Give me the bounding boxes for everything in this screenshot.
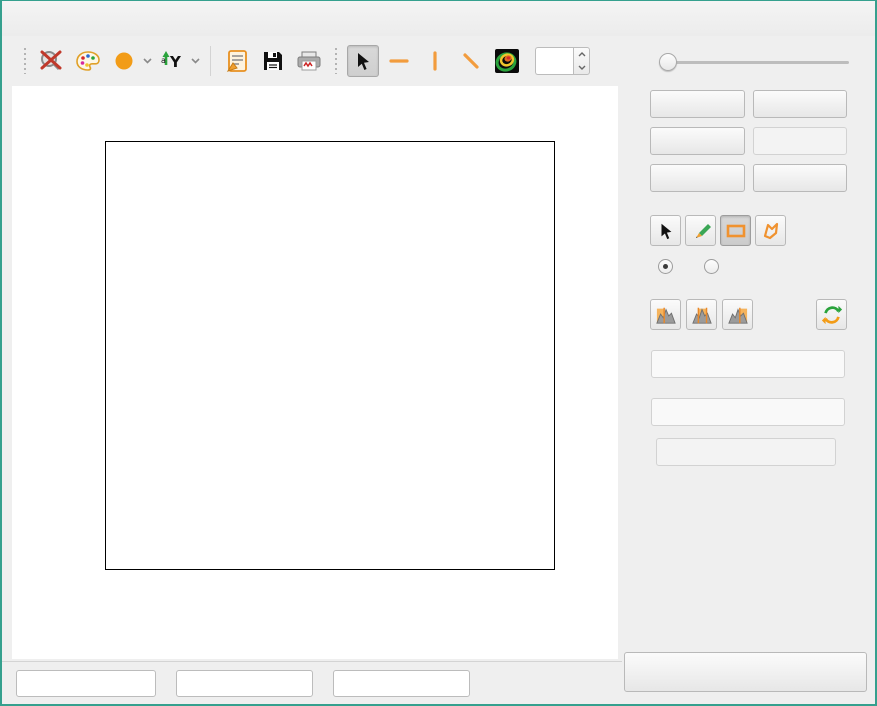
slider-track[interactable] <box>659 61 849 64</box>
apply-mask-button[interactable] <box>656 438 836 466</box>
load-button[interactable] <box>650 164 745 192</box>
polygon-tool-button[interactable] <box>755 215 786 246</box>
pencil-tool-button[interactable] <box>685 215 716 246</box>
svg-text:a: a <box>161 56 166 65</box>
toolbar-drag-handle[interactable] <box>24 48 26 74</box>
invert-button[interactable] <box>650 90 745 118</box>
min-field[interactable] <box>651 350 845 378</box>
toolbar-drag-handle-2[interactable] <box>335 48 337 74</box>
undo-button[interactable] <box>650 127 745 155</box>
rectangle-icon <box>726 223 746 239</box>
print-icon[interactable] <box>294 46 324 76</box>
mask-radio[interactable] <box>658 259 680 274</box>
left-column: Y a <box>2 36 622 705</box>
axes-scale-chevron-icon[interactable] <box>191 58 200 64</box>
vertical-line-button[interactable] <box>419 45 451 77</box>
x-coordinate-field[interactable] <box>16 670 156 697</box>
pointer-icon <box>657 222 675 240</box>
threshold-below-button[interactable] <box>650 299 681 330</box>
close-button[interactable] <box>843 9 863 29</box>
histogram-below-icon <box>655 305 677 325</box>
line-width-spinner <box>535 47 590 75</box>
unzoom-icon[interactable] <box>37 46 67 76</box>
radio-on-icon <box>658 259 673 274</box>
max-field[interactable] <box>651 398 845 426</box>
pointer-select-button[interactable] <box>347 45 379 77</box>
save-figure-icon[interactable] <box>258 46 288 76</box>
statusbar <box>2 661 622 705</box>
refresh-icon <box>821 304 843 326</box>
select-tool-button[interactable] <box>650 215 681 246</box>
palette-icon[interactable] <box>73 46 103 76</box>
horizontal-line-button[interactable] <box>383 45 415 77</box>
mask-opacity-slider[interactable] <box>659 53 849 71</box>
save-mask-quit-button[interactable] <box>624 652 867 692</box>
app-window: Y a <box>0 0 877 706</box>
pencil-icon <box>691 221 711 241</box>
control-panel <box>622 36 875 705</box>
save-button[interactable] <box>753 164 848 192</box>
slider-handle[interactable] <box>659 53 677 71</box>
histogram-between-icon <box>691 305 713 325</box>
y-coordinate-field[interactable] <box>176 670 313 697</box>
threshold-between-button[interactable] <box>686 299 717 330</box>
spinner-down-icon[interactable] <box>574 61 589 74</box>
toolbar: Y a <box>2 36 622 86</box>
threshold-above-button[interactable] <box>722 299 753 330</box>
clear-button[interactable] <box>753 90 848 118</box>
plot-area <box>12 86 618 659</box>
unmask-radio[interactable] <box>704 259 726 274</box>
svg-text:Y: Y <box>169 53 182 71</box>
radio-off-icon <box>704 259 719 274</box>
copy-clipboard-icon[interactable] <box>222 46 252 76</box>
axes-frame <box>105 141 555 570</box>
spinner-up-icon[interactable] <box>574 48 589 61</box>
symbol-style-icon[interactable] <box>109 46 139 76</box>
symbol-style-chevron-icon[interactable] <box>143 58 152 64</box>
rectangle-tool-button[interactable] <box>720 215 751 246</box>
histogram-above-icon <box>727 305 749 325</box>
titlebar <box>2 1 875 36</box>
data-value-field[interactable] <box>333 670 470 697</box>
axes-scale-icon[interactable]: Y a <box>157 46 187 76</box>
polygon-icon <box>761 221 781 241</box>
colormap-icon[interactable] <box>492 46 522 76</box>
minimize-button[interactable] <box>809 9 829 29</box>
redo-button[interactable] <box>753 127 848 155</box>
line-width-input[interactable] <box>535 47 573 75</box>
toolbar-separator <box>210 46 211 76</box>
threshold-refresh-button[interactable] <box>816 299 847 330</box>
diagonal-line-button[interactable] <box>455 45 487 77</box>
